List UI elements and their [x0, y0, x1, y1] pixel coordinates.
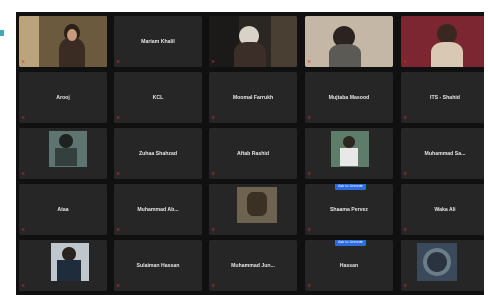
- participant-tile[interactable]: ⨯: [305, 128, 393, 179]
- participant-name: ITS - Shahid: [430, 94, 460, 101]
- participant-tile[interactable]: ⨯: [305, 16, 393, 67]
- participant-name: Muhammad Sa...: [424, 150, 466, 157]
- participant-name: Sulaiman Hassan: [136, 262, 180, 269]
- muted-microphone-icon: ⨯: [116, 283, 121, 289]
- participant-tile[interactable]: Zuhaa Shahzad ⨯: [114, 128, 202, 179]
- muted-microphone-icon: ⨯: [211, 59, 216, 65]
- muted-microphone-icon: ⨯: [307, 171, 312, 177]
- participant-tile[interactable]: ⨯: [19, 128, 107, 179]
- participant-tile[interactable]: ⨯: [401, 16, 484, 67]
- participant-name: Hassan: [339, 262, 359, 269]
- participant-tile[interactable]: Sulaiman Hassan ⨯: [114, 240, 202, 291]
- participant-tile[interactable]: ⨯: [401, 240, 484, 291]
- muted-microphone-icon: ⨯: [403, 171, 408, 177]
- participant-tile[interactable]: Muhammad Jun... ⨯: [209, 240, 297, 291]
- muted-microphone-icon: ⨯: [307, 59, 312, 65]
- participant-tile[interactable]: Shaama Pervez Ask to Unmute ⨯: [305, 184, 393, 235]
- ask-to-unmute-badge[interactable]: Ask to Unmute: [335, 184, 366, 190]
- muted-microphone-icon: ⨯: [21, 115, 26, 121]
- participant-tile[interactable]: KCL ⨯: [114, 72, 202, 123]
- muted-microphone-icon: ⨯: [211, 115, 216, 121]
- participant-tile[interactable]: ITS - Shahid ⨯: [401, 72, 484, 123]
- muted-microphone-icon: ⨯: [307, 283, 312, 289]
- participant-name: Zuhaa Shahzad: [138, 150, 178, 157]
- participant-tile[interactable]: Mujtaba Masood ⨯: [305, 72, 393, 123]
- muted-microphone-icon: ⨯: [21, 171, 26, 177]
- muted-microphone-icon: ⨯: [307, 227, 312, 233]
- participant-name: KCL: [152, 94, 164, 101]
- participant-video: [305, 16, 393, 67]
- muted-microphone-icon: ⨯: [403, 59, 408, 65]
- participant-name: Mariam Khalil: [141, 38, 175, 45]
- participant-tile[interactable]: Moomal Farrukh ⨯: [209, 72, 297, 123]
- participant-video: [19, 128, 107, 179]
- ask-to-unmute-badge[interactable]: Ask to Unmute: [335, 240, 366, 246]
- participant-tile[interactable]: Muhammad Ab... ⨯: [114, 184, 202, 235]
- muted-microphone-icon: ⨯: [211, 283, 216, 289]
- muted-microphone-icon: ⨯: [21, 227, 26, 233]
- muted-microphone-icon: ⨯: [116, 171, 121, 177]
- muted-microphone-icon: ⨯: [116, 227, 121, 233]
- participant-tile[interactable]: Ataa ⨯: [19, 184, 107, 235]
- participant-video: [305, 128, 393, 179]
- participant-video: [401, 240, 484, 291]
- participant-name: Arooj: [56, 94, 70, 101]
- muted-microphone-icon: ⨯: [307, 115, 312, 121]
- participant-video: [209, 184, 297, 235]
- muted-microphone-icon: ⨯: [403, 283, 408, 289]
- muted-microphone-icon: ⨯: [116, 59, 121, 65]
- participant-tile[interactable]: ⨯: [19, 16, 107, 67]
- participant-video: [209, 16, 297, 67]
- muted-microphone-icon: ⨯: [211, 171, 216, 177]
- participant-name: Muhammad Jun...: [231, 262, 275, 269]
- muted-microphone-icon: ⨯: [21, 59, 26, 65]
- participant-tile[interactable]: Hassan Ask to Unmute ⨯: [305, 240, 393, 291]
- muted-microphone-icon: ⨯: [403, 115, 408, 121]
- muted-microphone-icon: ⨯: [211, 227, 216, 233]
- participant-name: Waka Ali: [434, 206, 456, 213]
- participant-tile[interactable]: Muhammad Sa... ⨯: [401, 128, 484, 179]
- participant-name: Moomal Farrukh: [232, 94, 274, 101]
- participant-name: Aftab Rashid: [237, 150, 269, 157]
- participant-tile[interactable]: ⨯: [19, 240, 107, 291]
- muted-microphone-icon: ⨯: [21, 283, 26, 289]
- participant-video: [19, 240, 107, 291]
- participant-name: Muhammad Ab...: [137, 206, 179, 213]
- participant-tile[interactable]: Waka Ali ⨯: [401, 184, 484, 235]
- participant-video: [401, 16, 484, 67]
- participant-tile[interactable]: ⨯: [209, 16, 297, 67]
- participant-tile[interactable]: Arooj ⨯: [19, 72, 107, 123]
- participant-video: [19, 16, 107, 67]
- participant-gallery-grid: ⨯ Mariam Khalil ⨯ ⨯ ⨯ ⨯ Arooj ⨯ KCL ⨯ Moomal Farru…: [19, 16, 484, 295]
- participant-name: Mujtaba Masood: [328, 94, 370, 101]
- video-conference-window: ⨯ Mariam Khalil ⨯ ⨯ ⨯ ⨯ Arooj ⨯ KCL ⨯ Moomal Farru…: [16, 12, 484, 295]
- participant-name: Shaama Pervez: [329, 206, 369, 213]
- muted-microphone-icon: ⨯: [403, 227, 408, 233]
- participant-name: Ataa: [57, 206, 69, 213]
- participant-tile[interactable]: Mariam Khalil ⨯: [114, 16, 202, 67]
- participant-tile[interactable]: Aftab Rashid ⨯: [209, 128, 297, 179]
- participant-tile[interactable]: ⨯: [209, 184, 297, 235]
- muted-microphone-icon: ⨯: [116, 115, 121, 121]
